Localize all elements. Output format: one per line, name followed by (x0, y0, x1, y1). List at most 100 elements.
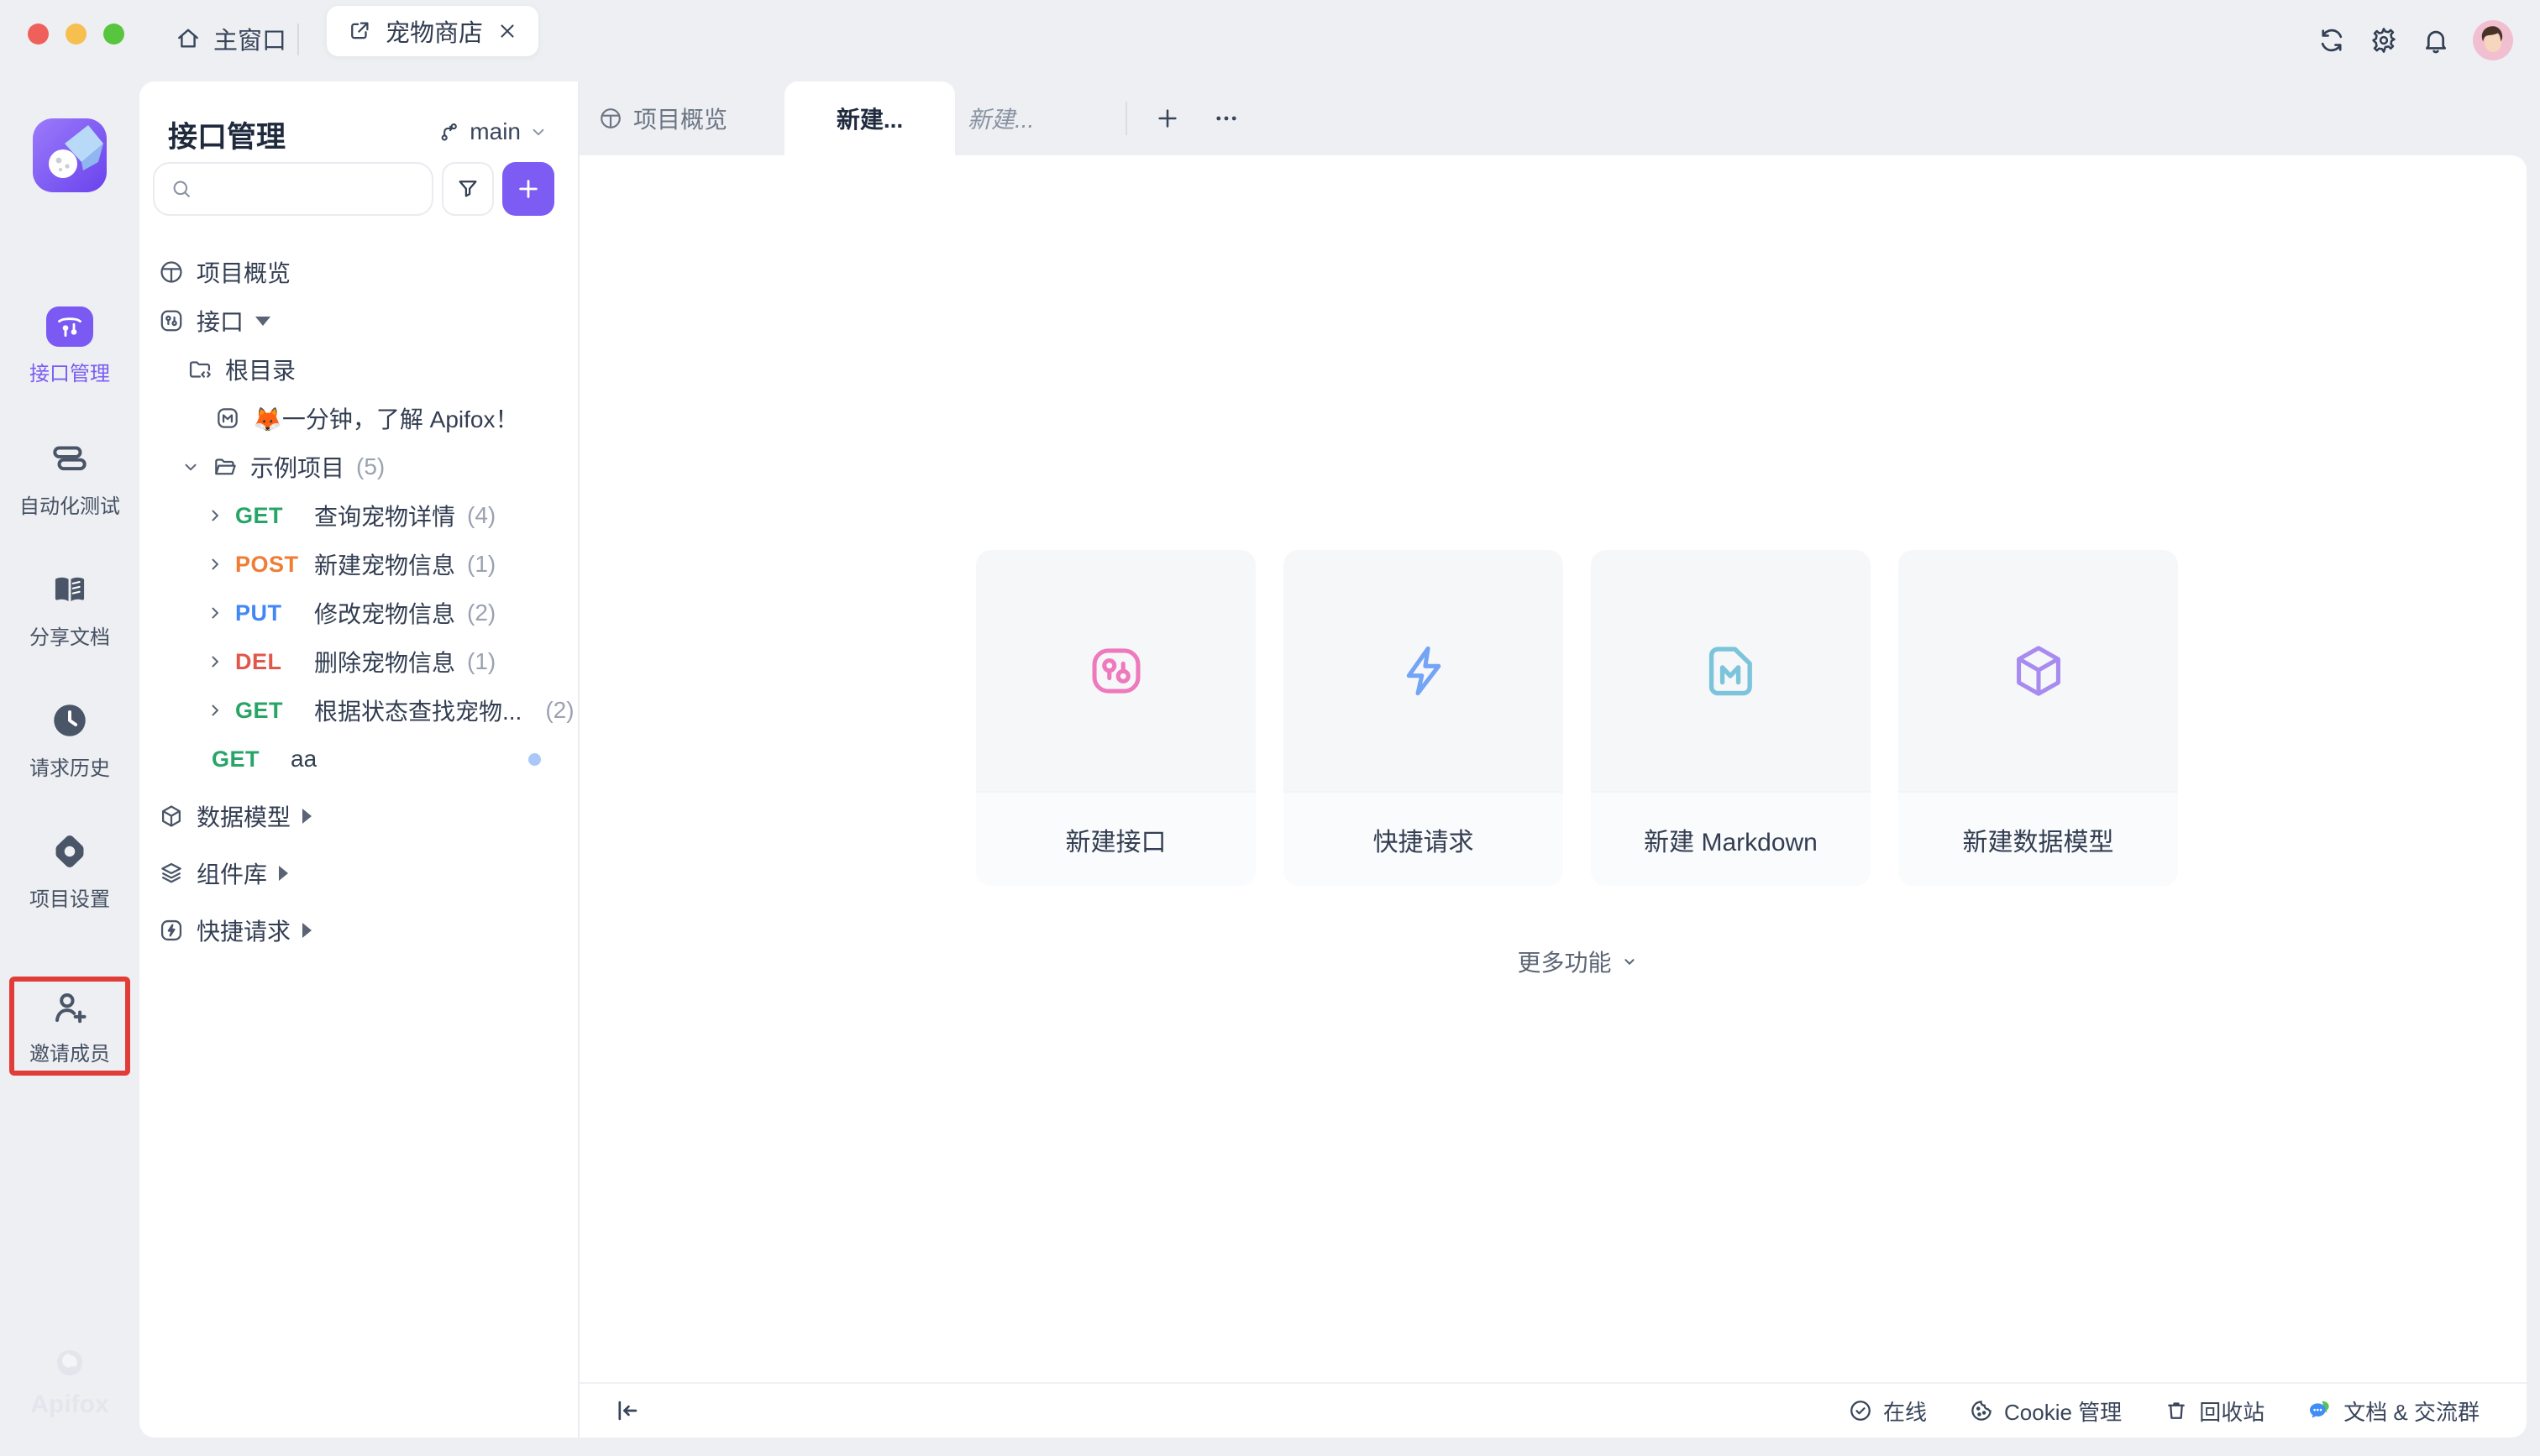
folder-open-icon (212, 453, 239, 480)
rail-item-history[interactable]: 请求历史 (0, 699, 139, 781)
rail-item-project-settings[interactable]: 项目设置 (0, 830, 139, 912)
main-window-tab[interactable]: 主窗口 (175, 17, 286, 60)
share-docs-icon (49, 568, 91, 610)
add-new-button[interactable] (502, 162, 554, 216)
funnel-icon (455, 176, 480, 202)
tree-item-quick-request[interactable]: 快捷请求 (139, 906, 576, 955)
tree-item-post-create-pet[interactable]: POST 新建宠物信息 (1) (139, 540, 576, 589)
panel-title: 接口管理 (168, 113, 286, 156)
collapse-sidebar-icon[interactable] (613, 1396, 642, 1425)
tree-item-del-delete-pet[interactable]: DEL 删除宠物信息 (1) (139, 637, 576, 686)
more-features-button[interactable]: 更多功能 (976, 945, 2180, 978)
tree-search-input[interactable] (153, 162, 433, 216)
tree-item-components[interactable]: 组件库 (139, 849, 576, 898)
close-tab-icon[interactable] (496, 20, 518, 42)
rail-item-automation[interactable]: 自动化测试 (0, 437, 139, 519)
api-tree-panel: 接口管理 main (139, 81, 580, 1438)
tree-item-get-find-by-status[interactable]: GET 根据状态查找宠物... (2) (139, 686, 576, 735)
unsaved-dot (528, 753, 541, 766)
tree-item-data-models[interactable]: 数据模型 (139, 792, 576, 841)
tree-item-get-aa[interactable]: GET aa (139, 735, 576, 783)
watermark-label: Apifox (30, 1391, 108, 1419)
tree-item-apis[interactable]: 接口 (139, 296, 576, 345)
refresh-icon[interactable] (2317, 25, 2347, 55)
rail-item-label: 自动化测试 (19, 490, 120, 519)
folder-code-icon (186, 356, 213, 383)
settings-gear-icon[interactable] (2369, 25, 2399, 55)
api-manage-icon (46, 306, 93, 347)
tab-more-button[interactable] (1208, 100, 1245, 137)
external-window-icon (347, 18, 372, 44)
expand-caret-icon[interactable] (302, 923, 312, 938)
tree-item-put-update-pet[interactable]: PUT 修改宠物信息 (2) (139, 589, 576, 637)
tree-item-example-folder[interactable]: 示例项目 (5) (139, 443, 576, 491)
search-icon (170, 177, 193, 201)
ellipsis-icon (1212, 104, 1241, 133)
automation-icon (49, 437, 91, 479)
cookie-manager-button[interactable]: Cookie 管理 (1969, 1396, 2122, 1427)
invite-member-icon (49, 987, 91, 1029)
search-input-field[interactable] (202, 175, 407, 203)
card-label: 快捷请求 (1283, 791, 1563, 886)
api-tree: 项目概览 接口 根目录 🦊一分 (139, 248, 576, 955)
rail-item-share-docs[interactable]: 分享文档 (0, 568, 139, 650)
main-window-label: 主窗口 (213, 21, 286, 56)
card-quick-request[interactable]: 快捷请求 (1283, 550, 1563, 886)
expand-caret-icon[interactable] (279, 866, 288, 881)
tree-item-markdown-doc[interactable]: 🦊一分钟，了解 Apifox！ (139, 394, 576, 443)
rail-item-invite-member[interactable]: 邀请成员 (9, 977, 130, 1076)
add-tab-button[interactable] (1149, 100, 1186, 137)
chevron-right-icon[interactable] (207, 702, 223, 719)
collapse-caret-icon[interactable] (255, 317, 270, 326)
expand-caret-icon[interactable] (302, 809, 312, 824)
apifox-watermark: Apifox (0, 1345, 139, 1419)
titlebar-divider (297, 24, 299, 55)
minimize-window-button[interactable] (66, 24, 87, 45)
chevron-right-icon[interactable] (207, 507, 223, 524)
quick-create-cards: 新建接口 快捷请求 新建 Markdown (976, 550, 2178, 886)
app-logo[interactable] (33, 118, 107, 192)
window-titlebar: 主窗口 宠物商店 (0, 0, 2540, 81)
card-new-markdown[interactable]: 新建 Markdown (1591, 550, 1871, 886)
new-markdown-icon (1699, 639, 1763, 703)
rail-item-label: 接口管理 (29, 357, 110, 386)
filter-button[interactable] (442, 162, 494, 216)
docs-community-button[interactable]: 文档 & 交流群 (2306, 1396, 2480, 1427)
online-status[interactable]: 在线 (1848, 1396, 1927, 1427)
chevron-down-icon[interactable] (181, 458, 200, 476)
chevron-right-icon[interactable] (207, 605, 223, 621)
project-settings-icon (49, 830, 91, 872)
recycle-bin-button[interactable]: 回收站 (2164, 1396, 2264, 1427)
api-icon (158, 307, 185, 334)
home-icon (175, 25, 202, 52)
maximize-window-button[interactable] (103, 24, 124, 45)
chevron-right-icon[interactable] (207, 653, 223, 670)
tree-item-project-overview[interactable]: 项目概览 (139, 248, 576, 296)
rail-item-label: 邀请成员 (29, 1037, 110, 1066)
branch-selector[interactable]: main (438, 118, 548, 145)
module-rail: 接口管理 自动化测试 分享文档 请求历史 (0, 81, 139, 1456)
tab-project-overview[interactable]: 项目概览 (598, 81, 727, 155)
check-circle-icon (1848, 1398, 1873, 1423)
card-label: 新建数据模型 (1898, 791, 2178, 886)
tree-item-root-folder[interactable]: 根目录 (139, 345, 576, 394)
card-new-schema[interactable]: 新建数据模型 (1898, 550, 2178, 886)
project-tab-label: 宠物商店 (386, 13, 483, 49)
document-tabstrip: 项目概览 新建... 新建... 本 本地 Mock (580, 81, 2527, 155)
close-window-button[interactable] (28, 24, 49, 45)
card-new-api[interactable]: 新建接口 (976, 550, 1256, 886)
rail-item-api-manage[interactable]: 接口管理 (0, 306, 139, 386)
notifications-bell-icon[interactable] (2421, 25, 2451, 55)
tab-new-active[interactable]: 新建... (785, 81, 955, 155)
branch-name: main (470, 118, 521, 145)
chevron-right-icon[interactable] (207, 556, 223, 573)
plus-icon (515, 175, 542, 202)
schema-cube-icon (158, 803, 185, 830)
user-avatar[interactable] (2473, 20, 2513, 60)
project-window-tab[interactable]: 宠物商店 (327, 6, 538, 56)
tab-new-preview[interactable]: 新建... (968, 81, 1034, 155)
plus-icon (1154, 105, 1181, 132)
rail-item-label: 项目设置 (29, 883, 110, 912)
tree-item-get-pet-detail[interactable]: GET 查询宠物详情 (4) (139, 491, 576, 540)
tabstrip-divider (1126, 102, 1127, 135)
